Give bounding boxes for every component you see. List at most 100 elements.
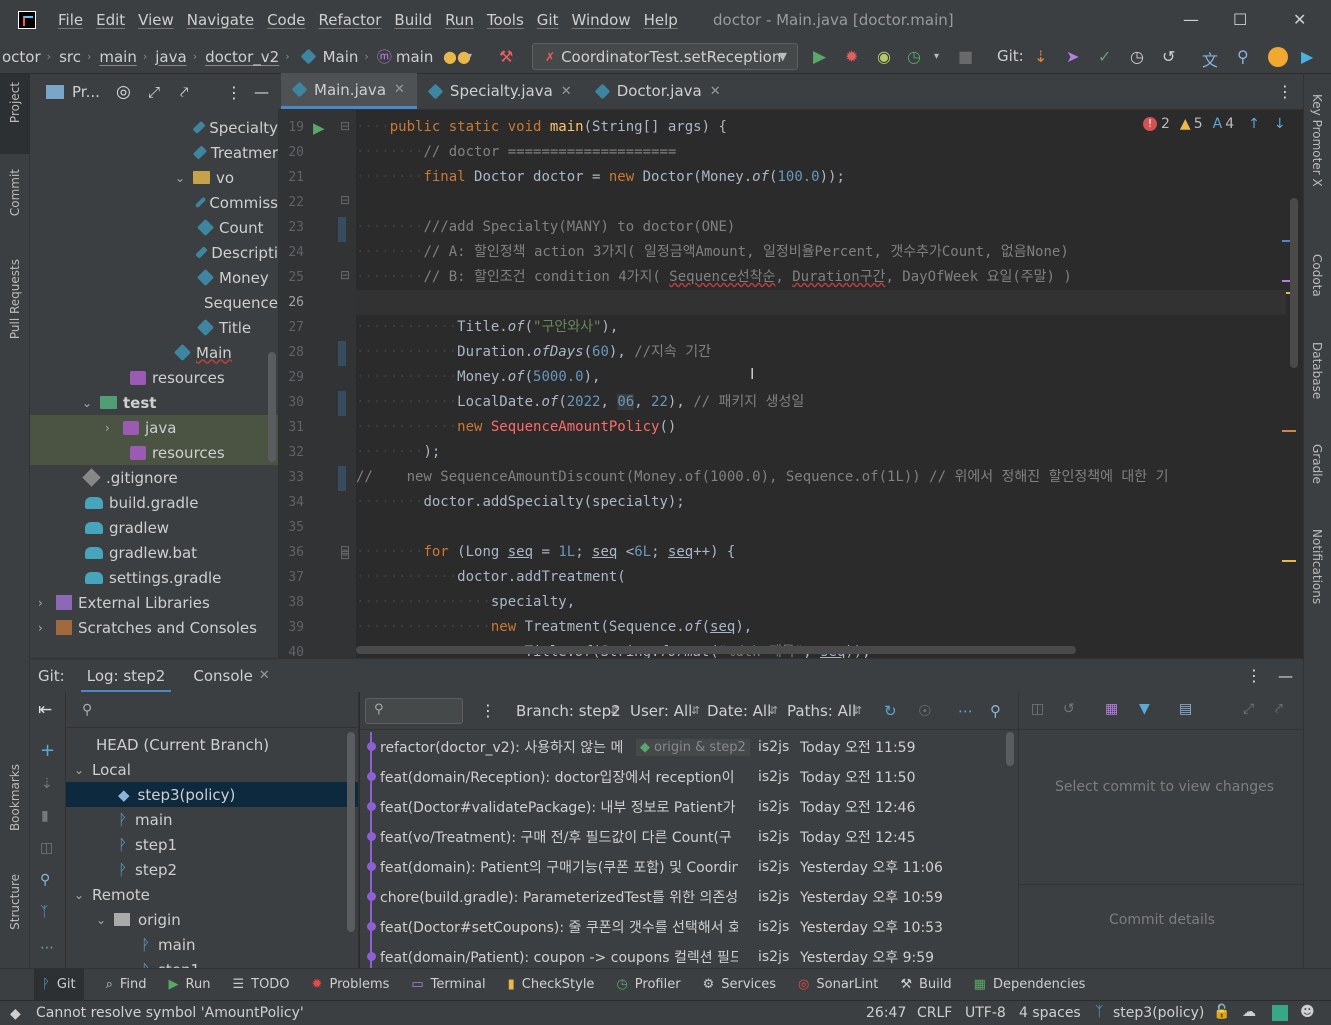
tree-item[interactable]: resources — [30, 440, 278, 465]
chevron-down-icon[interactable]: ⌄ — [74, 888, 92, 902]
tab-log-step2[interactable]: Log: step2 — [80, 659, 172, 693]
tree-item[interactable]: › Scratches and Consoles — [30, 615, 278, 640]
commit-row[interactable]: feat(domain/Patient): coupon -> coupons … — [360, 942, 1008, 968]
commit-row[interactable]: feat(domain/Reception): doctor입장에서 recep… — [360, 762, 1008, 792]
vcs-change-marker[interactable] — [338, 466, 346, 491]
user-dropdown-icon[interactable]: ▾ — [467, 51, 472, 62]
project-tree-scrollbar[interactable] — [268, 352, 276, 462]
tree-item[interactable]: resources — [30, 365, 278, 390]
cherry-pick-icon[interactable]: ☉ — [918, 702, 931, 720]
menu-build[interactable]: Build — [394, 11, 432, 29]
breadcrumb-main[interactable]: Main — [323, 48, 359, 66]
tab-main-java[interactable]: Main.java ✕ — [281, 73, 417, 109]
filter-icon[interactable]: ▼ — [1139, 701, 1150, 717]
commit-row[interactable]: feat(Doctor#setCoupons): 줄 쿠폰의 갯수를 선택해서 … — [360, 912, 1008, 942]
fold-icon[interactable]: ⊟ — [340, 193, 350, 207]
menu-view[interactable]: View — [138, 11, 174, 29]
close-tab-icon[interactable]: ✕ — [561, 84, 572, 99]
search-branch-icon[interactable]: ⚲ — [40, 872, 50, 888]
branch-group-icon[interactable]: ᛉ — [40, 904, 48, 920]
close-tab-icon[interactable]: ✕ — [394, 82, 405, 97]
editor-horizontal-scrollbar[interactable] — [356, 646, 1076, 654]
tab-options-kebab-icon[interactable]: ⋮ — [1277, 82, 1293, 101]
menu-help[interactable]: Help — [644, 11, 678, 29]
tool-build[interactable]: ⚒ Build — [900, 977, 951, 992]
update-branch-icon[interactable]: ⇣ — [41, 776, 53, 792]
tool-run[interactable]: ▶ Run — [169, 977, 211, 992]
tool-dependencies[interactable]: ▦ Dependencies — [974, 977, 1086, 992]
collapse-all-icon[interactable]: ⤤ — [180, 83, 188, 101]
tool-problems[interactable]: ✹ Problems — [312, 977, 390, 992]
tree-item[interactable]: Count — [30, 215, 278, 240]
hide-panel-icon[interactable]: — — [254, 83, 269, 101]
close-tab-icon[interactable]: ✕ — [710, 84, 721, 99]
gradle-tool-button[interactable]: Gradle — [1310, 444, 1324, 484]
git-branch-widget[interactable]: step3(policy) — [1113, 1005, 1204, 1021]
commit-tool-button[interactable]: Commit — [8, 169, 22, 216]
group-by-icon[interactable]: ▦ — [1105, 701, 1118, 717]
hide-bottom-panel-icon[interactable]: — — [1278, 667, 1293, 685]
branch-item[interactable]: ᚹ main — [66, 932, 358, 957]
fold-icon[interactable]: ⊟ — [340, 268, 350, 282]
compare-branch-icon[interactable]: ◫ — [40, 840, 53, 856]
paths-filter[interactable]: Paths: All — [787, 702, 856, 720]
tree-item[interactable]: Specialty — [30, 115, 278, 140]
branch-item[interactable]: ᚹ main — [66, 807, 358, 832]
tool-checkstyle[interactable]: ▮ CheckStyle — [508, 977, 595, 992]
database-tool-button[interactable]: Database — [1310, 342, 1324, 399]
layout-icon[interactable]: ▤ — [1179, 701, 1192, 717]
tree-item[interactable]: gradlew.bat — [30, 540, 278, 565]
chevron-right-icon[interactable]: › — [105, 421, 123, 435]
tree-item[interactable]: Commiss — [30, 190, 278, 215]
collapse-branches-icon[interactable]: ⇤ — [38, 700, 52, 720]
close-window-button[interactable]: ✕ — [1293, 10, 1306, 29]
run-icon[interactable]: ▶ — [813, 47, 826, 67]
project-tool-button[interactable]: Project — [8, 82, 22, 123]
intellij-logo-icon[interactable] — [18, 11, 36, 29]
tool-git[interactable]: ᚹ Git — [34, 969, 84, 1000]
chevron-down-icon[interactable]: ⌄ — [96, 913, 114, 927]
more-actions-icon[interactable]: ⋯ — [40, 940, 54, 956]
branch-item[interactable]: ᚹ step1 — [66, 957, 358, 969]
maximize-button[interactable]: ☐ — [1233, 10, 1247, 29]
cloud-settings-icon[interactable]: ☁ — [1242, 1004, 1256, 1020]
inspection-widget[interactable]: ! 2 ▲ 5 A 4 ↑ ↓ — [1143, 116, 1286, 132]
branch-item[interactable]: HEAD (Current Branch) — [66, 732, 358, 757]
notifications-tool-button[interactable]: Notifications — [1310, 529, 1324, 604]
chevron-right-icon[interactable]: › — [38, 596, 56, 610]
more-run-dropdown-icon[interactable]: ▾ — [934, 51, 939, 62]
profile-icon[interactable]: ◷ — [907, 47, 921, 66]
debug-icon[interactable]: ✹ — [845, 47, 858, 66]
key-promoter-tool-button[interactable]: Key Promoter X — [1310, 94, 1324, 187]
chevron-down-icon[interactable]: ⌄ — [82, 396, 100, 410]
codota-status-icon[interactable] — [1272, 1005, 1288, 1021]
menu-navigate[interactable]: Navigate — [187, 11, 254, 29]
tree-item[interactable]: Title — [30, 315, 278, 340]
diff-icon[interactable]: ◫ — [1031, 701, 1044, 717]
menu-edit[interactable]: Edit — [96, 11, 125, 29]
new-branch-icon[interactable]: + — [40, 740, 55, 761]
update-ide-icon[interactable] — [1268, 47, 1288, 67]
tree-item[interactable]: settings.gradle — [30, 565, 278, 590]
codota-tool-button[interactable]: Codota — [1310, 254, 1324, 297]
menu-file[interactable]: File — [58, 11, 83, 29]
rollback-icon[interactable]: ↺ — [1162, 47, 1175, 66]
minimize-button[interactable]: — — [1183, 10, 1199, 29]
branch-search-bar[interactable]: ⚲ — [66, 692, 358, 728]
tree-item[interactable]: › External Libraries — [30, 590, 278, 615]
branches-scrollbar[interactable] — [347, 732, 355, 932]
branch-item[interactable]: ◆ step3(policy) — [66, 782, 358, 807]
run-configuration-selector[interactable]: ✗ CoordinatorTest.setReception ▼ — [532, 43, 798, 70]
stop-icon[interactable]: ■ — [958, 47, 973, 66]
error-stripe-mark[interactable] — [1282, 560, 1296, 562]
menu-refactor[interactable]: Refactor — [318, 11, 381, 29]
breadcrumb-main[interactable]: main — [99, 48, 136, 66]
branch-item[interactable]: ᚹ step2 — [66, 857, 358, 882]
log-search-input[interactable]: ⚲ — [365, 697, 463, 724]
commit-row[interactable]: chore(build.gradle): ParameterizedTest를 … — [360, 882, 1008, 912]
branch-filter[interactable]: Branch: step2 — [516, 702, 621, 720]
bookmarks-tool-button[interactable]: Bookmarks — [8, 764, 22, 831]
vcs-change-marker[interactable] — [338, 391, 346, 416]
tool-services[interactable]: ⚙ Services — [703, 977, 776, 992]
tool-todo[interactable]: ☰ TODO — [232, 977, 289, 992]
